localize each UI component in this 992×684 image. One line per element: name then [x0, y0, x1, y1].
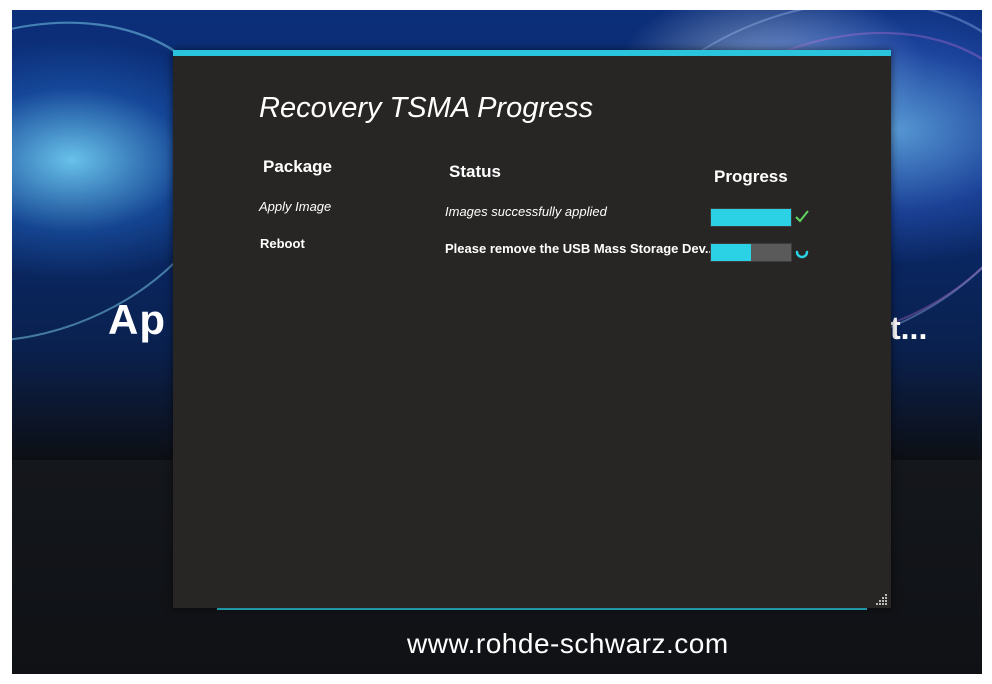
progress-fill: [711, 209, 791, 226]
row-reboot-package: Reboot: [260, 236, 305, 251]
row-apply-image-status: Images successfully applied: [445, 204, 607, 219]
check-icon: [795, 210, 809, 223]
progress-bar-reboot: [710, 243, 792, 262]
recovery-progress-dialog: Recovery TSMA Progress Package Status Pr…: [173, 50, 891, 608]
progress-bar-apply-image: [710, 208, 792, 227]
progress-fill: [711, 244, 751, 261]
dialog-title: Recovery TSMA Progress: [259, 92, 594, 124]
website-url: www.rohde-schwarz.com: [407, 628, 729, 659]
photo-frame: Ap t... www.rohde-schwarz.com Recovery T…: [12, 10, 982, 674]
column-header-progress: Progress: [714, 167, 788, 186]
row-reboot-status: Please remove the USB Mass Storage Dev..…: [445, 241, 716, 256]
column-header-package: Package: [263, 157, 332, 176]
row-apply-image-package: Apply Image: [259, 199, 332, 214]
column-header-status: Status: [449, 162, 501, 181]
spinner-icon: [795, 250, 809, 259]
splash-text-fragment-right: t...: [890, 310, 928, 346]
resize-grip-icon[interactable]: [876, 593, 888, 605]
splash-text-fragment-left: Ap: [108, 296, 166, 343]
